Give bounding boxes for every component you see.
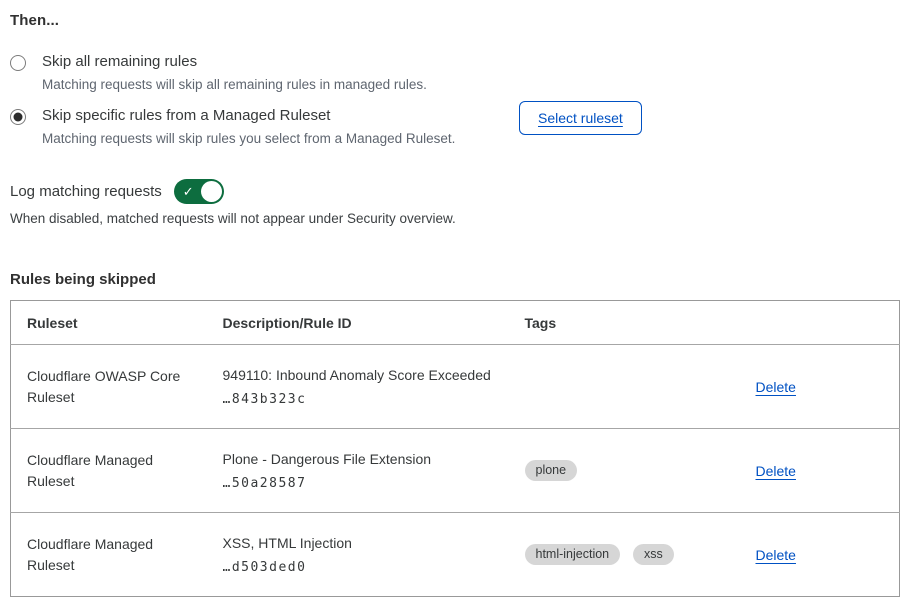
rule-description-cell: Plone - Dangerous File Extension …50a285… [207,429,509,513]
delete-link[interactable]: Delete [756,379,796,395]
toggle-knob [201,181,222,202]
rule-description: XSS, HTML Injection [223,535,493,552]
tags-cell [509,345,740,429]
ruleset-name: Cloudflare Managed Ruleset [11,429,207,513]
rule-description: 949110: Inbound Anomaly Score Exceeded [223,367,493,384]
select-ruleset-button[interactable]: Select ruleset [519,101,642,135]
radio-option-skip-specific[interactable]: Skip specific rules from a Managed Rules… [10,107,510,147]
tag-badge: plone [525,460,578,481]
ruleset-name: Cloudflare OWASP Core Ruleset [11,345,207,429]
rule-id: …d503ded0 [223,560,493,575]
radio-option-label: Skip specific rules from a Managed Rules… [42,107,455,125]
table-header-row: Ruleset Description/Rule ID Tags [11,301,900,345]
table-row: Cloudflare Managed Ruleset Plone - Dange… [11,429,900,513]
rule-id: …50a28587 [223,476,493,491]
radio-selected-icon[interactable] [10,109,26,125]
check-icon: ✓ [183,183,194,200]
delete-link[interactable]: Delete [756,547,796,563]
tag-badge: xss [633,544,674,565]
tag-badge: html-injection [525,544,621,565]
column-header-actions [740,301,900,345]
ruleset-name: Cloudflare Managed Ruleset [11,513,207,597]
log-matching-row: Log matching requests ✓ [10,179,901,204]
radio-option-description: Matching requests will skip rules you se… [42,131,455,147]
rule-description-cell: XSS, HTML Injection …d503ded0 [207,513,509,597]
column-header-ruleset: Ruleset [11,301,207,345]
rules-being-skipped-heading: Rules being skipped [10,271,901,288]
radio-option-description: Matching requests will skip all remainin… [42,77,427,93]
radio-unselected-icon[interactable] [10,55,26,71]
column-header-tags: Tags [509,301,740,345]
rule-id: …843b323c [223,392,493,407]
table-row: Cloudflare OWASP Core Ruleset 949110: In… [11,345,900,429]
radio-option-text: Skip all remaining rules Matching reques… [42,53,427,93]
rule-description-cell: 949110: Inbound Anomaly Score Exceeded …… [207,345,509,429]
table-row: Cloudflare Managed Ruleset XSS, HTML Inj… [11,513,900,597]
tags-cell: html-injection xss [509,513,740,597]
actions-cell: Delete [740,429,900,513]
tags-cell: plone [509,429,740,513]
radio-option-text: Skip specific rules from a Managed Rules… [42,107,455,147]
waf-skip-rule-panel: Then... Skip all remaining rules Matchin… [0,0,911,614]
log-matching-label: Log matching requests [10,183,162,200]
actions-cell: Delete [740,513,900,597]
radio-option-skip-all[interactable]: Skip all remaining rules Matching reques… [10,53,510,93]
column-header-description: Description/Rule ID [207,301,509,345]
radio-option-label: Skip all remaining rules [42,53,427,71]
log-matching-description: When disabled, matched requests will not… [10,211,901,227]
actions-cell: Delete [740,345,900,429]
log-toggle[interactable]: ✓ [174,179,224,204]
skipped-rules-table: Ruleset Description/Rule ID Tags Cloudfl… [10,300,900,597]
rule-description: Plone - Dangerous File Extension [223,451,493,468]
then-heading: Then... [10,12,901,29]
delete-link[interactable]: Delete [756,463,796,479]
